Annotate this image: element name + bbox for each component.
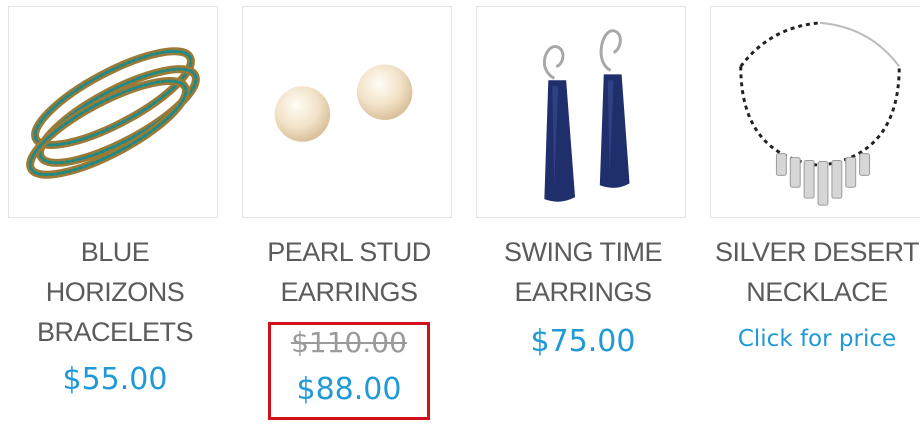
bangle-bracelets-icon	[26, 47, 200, 179]
price-highlight-box	[268, 322, 430, 420]
product-card-blue-horizons-bracelets[interactable]: BLUE HORIZONS BRACELETS $55.00	[0, 0, 230, 424]
product-name[interactable]: BLUE HORIZONS BRACELETS	[0, 232, 230, 352]
product-card-silver-desert-necklace[interactable]: SILVER DESERT NECKLACE Click for price	[702, 0, 920, 424]
pearl-earrings-icon	[274, 64, 413, 142]
silver-necklace-icon	[739, 21, 901, 206]
navy-drop-earrings-icon	[542, 29, 630, 202]
product-name[interactable]: PEARL STUD EARRINGS	[234, 232, 464, 312]
navy-drop-earrings-image[interactable]	[476, 6, 686, 218]
bangle-bracelets-image[interactable]	[8, 6, 218, 218]
product-price: $55.00	[62, 362, 168, 397]
product-name[interactable]: SILVER DESERT NECKLACE	[702, 232, 920, 312]
product-name[interactable]: SWING TIME EARRINGS	[468, 232, 698, 312]
product-grid: BLUE HORIZONS BRACELETS $55.00 PEARL STU…	[0, 0, 920, 424]
product-price: $75.00	[530, 324, 636, 359]
product-card-swing-time-earrings[interactable]: SWING TIME EARRINGS $75.00	[468, 0, 698, 424]
silver-necklace-image[interactable]	[710, 6, 920, 218]
pearl-earrings-image[interactable]	[242, 6, 452, 218]
click-for-price-link[interactable]: Click for price	[702, 326, 920, 352]
